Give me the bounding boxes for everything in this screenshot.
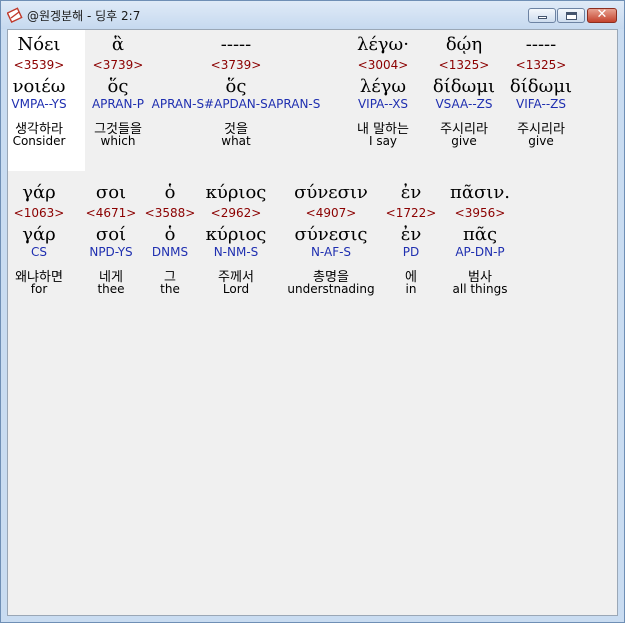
application-window: @원겡분해 - 딩후 2:7 ✕ Νόει <3539> νοιέω VMPA--YS…: [0, 0, 625, 623]
close-button[interactable]: ✕: [587, 7, 617, 23]
parsing-code: VIFA--ZS: [516, 97, 566, 111]
parsing-code: AP-DN-P: [455, 245, 505, 259]
english-gloss: all things: [452, 282, 508, 296]
greek-word: πᾶσιν.: [450, 182, 510, 203]
lemma: πᾶς: [462, 224, 498, 245]
window-title: @원겡분해 - 딩후 2:7: [27, 9, 141, 23]
english-gloss: give: [528, 134, 554, 148]
minimize-icon: [538, 16, 547, 19]
minimize-button[interactable]: [528, 8, 556, 23]
strong-number: <1325>: [515, 58, 567, 72]
maximize-button[interactable]: [557, 8, 585, 23]
app-icon: [7, 7, 23, 23]
close-icon: ✕: [596, 7, 608, 22]
title-bar[interactable]: @원겡분해 - 딩후 2:7 ✕: [1, 1, 624, 29]
analysis-panel: Νόει <3539> νοιέω VMPA--YS 생각하라 Consider ἃ <373…: [7, 29, 618, 616]
strong-number: <3956>: [454, 206, 506, 220]
maximize-icon: [566, 12, 577, 20]
greek-word: -----: [525, 34, 557, 55]
lemma: δίδωμι: [509, 76, 573, 97]
